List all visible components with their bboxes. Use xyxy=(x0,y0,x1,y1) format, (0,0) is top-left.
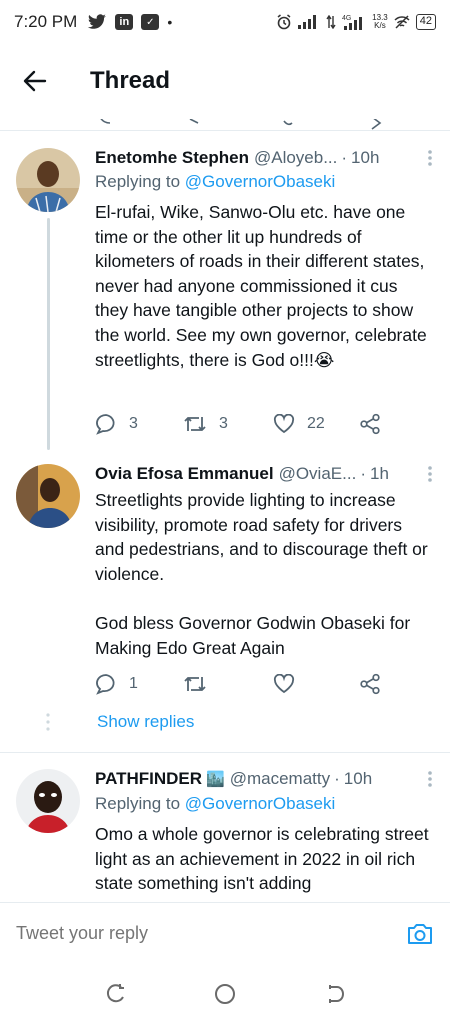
retweet-button[interactable] xyxy=(183,674,219,694)
like-button[interactable]: 22 xyxy=(273,414,325,434)
home-icon[interactable] xyxy=(213,982,237,1006)
thread-line xyxy=(47,218,50,450)
more-options-icon[interactable] xyxy=(424,769,436,789)
like-button[interactable] xyxy=(273,674,307,694)
tweet-author-handle[interactable]: @OviaE... xyxy=(279,462,357,486)
share-icon xyxy=(360,413,380,435)
avatar[interactable] xyxy=(16,769,80,833)
tweet-author-name[interactable]: Ovia Efosa Emmanuel xyxy=(95,462,274,486)
tweet-timestamp[interactable]: 1h xyxy=(370,462,389,486)
tweet-text: El-rufai, Wike, Sanwo-Olu etc. have one … xyxy=(95,202,432,370)
reply-icon xyxy=(96,674,115,695)
mention-link[interactable]: @GovernorObaseki xyxy=(185,794,336,813)
reply-button[interactable]: 3 xyxy=(95,413,138,435)
more-options-icon[interactable] xyxy=(424,464,436,484)
avatar[interactable] xyxy=(16,464,80,528)
retweet-icon xyxy=(184,417,206,431)
retweet-count: 3 xyxy=(219,415,228,432)
more-options-icon[interactable] xyxy=(424,148,436,168)
thread-continuation-dots xyxy=(46,713,50,731)
mention-link[interactable]: @GovernorObaseki xyxy=(185,172,336,191)
status-time: 7:20 PM xyxy=(14,12,78,31)
tweet-actions: 3 3 22 xyxy=(95,410,432,438)
reply-icon xyxy=(96,414,115,435)
heart-icon xyxy=(273,414,295,434)
tweet-author-name[interactable]: PATHFINDER xyxy=(95,767,202,791)
previous-tweet-actions-cut xyxy=(0,118,450,130)
wifi-off-icon xyxy=(394,15,410,29)
reply-input[interactable] xyxy=(16,923,376,944)
camera-icon[interactable] xyxy=(406,922,434,946)
heart-icon xyxy=(273,674,295,694)
page-title: Thread xyxy=(90,67,171,94)
retweet-icon xyxy=(184,677,206,691)
net-speed: 13.3 K/s xyxy=(372,13,388,30)
replying-to: Replying to @GovernorObaseki xyxy=(95,794,336,813)
reply-composer xyxy=(0,902,450,964)
city-emoji: 🏙️ xyxy=(206,771,225,788)
back-arrow-icon xyxy=(23,70,47,92)
battery-indicator: 42 xyxy=(415,14,436,30)
tweet[interactable]: Ovia Efosa Emmanuel @OviaE... · 1h Stree… xyxy=(0,450,450,750)
status-bar: 7:20 PM in ✓ • 4G 13.3 K/s 42 xyxy=(0,0,450,44)
retweet-button[interactable]: 3 xyxy=(183,414,228,434)
signal-icon xyxy=(298,15,317,29)
share-icon xyxy=(360,673,380,695)
show-replies-link[interactable]: Show replies xyxy=(97,712,194,732)
avatar[interactable] xyxy=(16,148,80,212)
tweet[interactable]: Enetomhe Stephen @Aloyeb... · 10h Replyi… xyxy=(0,140,450,450)
share-button[interactable] xyxy=(359,673,381,695)
replying-to: Replying to @GovernorObaseki xyxy=(95,172,336,191)
linkedin-icon: in xyxy=(115,14,134,30)
tweet-timestamp[interactable]: 10h xyxy=(351,146,379,170)
app-notification-icon: ✓ xyxy=(141,14,160,30)
signal-4g-icon: 4G xyxy=(342,15,363,30)
back-nav-icon[interactable] xyxy=(324,983,346,1005)
reply-button[interactable]: 1 xyxy=(95,673,138,695)
tweet-text: Omo a whole governor is celebrating stre… xyxy=(95,824,434,894)
recent-apps-icon[interactable] xyxy=(104,983,126,1005)
share-button[interactable] xyxy=(359,413,381,435)
back-button[interactable] xyxy=(0,44,70,118)
notification-dot-icon: • xyxy=(167,14,173,30)
thread-header: Thread xyxy=(0,44,450,118)
svg-text:4G: 4G xyxy=(342,15,351,22)
system-nav-bar xyxy=(0,964,450,1024)
tweet-author-handle[interactable]: @macematty xyxy=(230,767,330,791)
data-arrows-icon xyxy=(326,15,336,29)
tweet[interactable]: PATHFINDER 🏙️ @macematty · 10h Replying … xyxy=(0,753,450,903)
reply-count: 3 xyxy=(129,415,138,432)
tweet-author-name[interactable]: Enetomhe Stephen xyxy=(95,146,249,170)
alarm-icon xyxy=(277,14,291,30)
tweet-timestamp[interactable]: 10h xyxy=(344,767,372,791)
reply-count: 1 xyxy=(129,675,138,692)
header-divider xyxy=(0,130,450,131)
tweet-actions: 1 xyxy=(95,670,432,698)
tweet-author-handle[interactable]: @Aloyeb... xyxy=(254,146,337,170)
like-count: 22 xyxy=(307,415,325,432)
twitter-icon xyxy=(88,14,107,29)
tweet-text: Streetlights provide lighting to increas… xyxy=(95,490,428,658)
